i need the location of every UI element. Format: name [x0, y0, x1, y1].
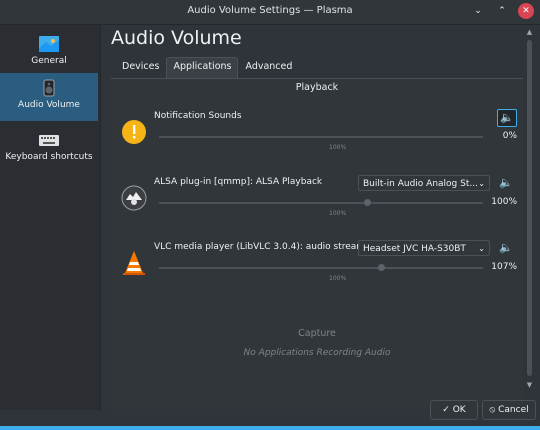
- stream-name: VLC media player (LibVLC 3.0.4): audio s…: [154, 242, 366, 252]
- stream-row: ALSA plug-in [qmmp]: ALSA Playback Built…: [111, 175, 523, 231]
- stream-row: Notification Sounds 🔈 100% 0%: [111, 109, 523, 165]
- title-bar: Audio Volume Settings — Plasma ⌄ ⌃ ✕: [0, 0, 540, 25]
- output-device-dropdown[interactable]: Built-in Audio Analog St... ⌄: [358, 175, 490, 191]
- slider-thumb[interactable]: [378, 264, 385, 271]
- vlc-icon: [123, 251, 145, 275]
- device-label: Headset JVC HA-S30BT: [363, 244, 466, 254]
- stream-name: Notification Sounds: [154, 111, 242, 121]
- general-icon: [39, 36, 59, 52]
- volume-slider[interactable]: [159, 199, 483, 206]
- sidebar-item-label: General: [31, 56, 67, 66]
- speaker-icon: [43, 79, 55, 97]
- sidebar-item-label: Keyboard shortcuts: [5, 152, 93, 162]
- dialog-footer: ✓ OK ⦸ Cancel: [0, 396, 540, 430]
- main-area: Audio Volume Devices Applications Advanc…: [101, 25, 540, 410]
- chevron-down-icon: ⌄: [478, 179, 485, 188]
- speaker-icon[interactable]: 🔈: [497, 240, 515, 256]
- ok-button[interactable]: ✓ OK: [430, 400, 478, 420]
- keyboard-icon: [39, 135, 59, 146]
- tab-advanced[interactable]: Advanced: [238, 57, 299, 78]
- volume-percent: 100%: [491, 197, 517, 207]
- sidebar: General Audio Volume Keyboard shortcuts: [0, 25, 101, 410]
- maximize-button[interactable]: ⌃: [494, 3, 510, 19]
- minimize-button[interactable]: ⌄: [470, 3, 486, 19]
- qmmp-icon: [121, 185, 147, 211]
- chevron-down-icon: ⌄: [478, 244, 485, 253]
- playback-heading: Playback: [295, 82, 339, 93]
- applications-panel: Playback Notification Sounds 🔈 100% 0% A…: [111, 78, 523, 409]
- tab-bar: Devices Applications Advanced: [115, 57, 299, 78]
- cancel-button[interactable]: ⦸ Cancel: [482, 400, 536, 420]
- speaker-muted-icon[interactable]: 🔈: [497, 109, 517, 127]
- chevron-up-icon[interactable]: ▲: [525, 28, 534, 37]
- sidebar-item-audio-volume[interactable]: Audio Volume: [0, 73, 98, 121]
- sidebar-item-label: Audio Volume: [18, 100, 80, 110]
- slider-thumb[interactable]: [364, 199, 371, 206]
- notification-icon: [122, 120, 146, 144]
- sidebar-item-general[interactable]: General: [0, 29, 98, 77]
- tab-applications[interactable]: Applications: [166, 57, 239, 78]
- close-button[interactable]: ✕: [518, 3, 534, 19]
- accent-line: [0, 426, 540, 430]
- volume-tick-label: 100%: [329, 275, 347, 282]
- chevron-down-icon[interactable]: ▼: [525, 381, 534, 390]
- capture-empty-message: No Applications Recording Audio: [243, 348, 391, 358]
- volume-slider[interactable]: [159, 264, 483, 271]
- scroll-thumb[interactable]: [527, 40, 532, 376]
- volume-tick-label: 100%: [329, 210, 347, 217]
- volume-tick-label: 100%: [329, 144, 347, 151]
- speaker-icon[interactable]: 🔈: [497, 175, 515, 191]
- stream-row: VLC media player (LibVLC 3.0.4): audio s…: [111, 240, 523, 296]
- volume-slider[interactable]: [159, 136, 483, 138]
- stream-name: ALSA plug-in [qmmp]: ALSA Playback: [154, 177, 323, 187]
- device-label: Built-in Audio Analog St...: [363, 179, 478, 189]
- page-title: Audio Volume: [111, 27, 242, 49]
- capture-heading: Capture: [298, 328, 336, 339]
- scrollbar[interactable]: ▲ ▼: [525, 28, 534, 390]
- volume-percent: 107%: [491, 262, 517, 272]
- output-device-dropdown[interactable]: Headset JVC HA-S30BT ⌄: [358, 240, 490, 256]
- window-title: Audio Volume Settings — Plasma: [187, 5, 353, 16]
- sidebar-item-keyboard-shortcuts[interactable]: Keyboard shortcuts: [0, 125, 98, 173]
- volume-percent: 0%: [502, 131, 517, 141]
- tab-devices[interactable]: Devices: [115, 57, 166, 78]
